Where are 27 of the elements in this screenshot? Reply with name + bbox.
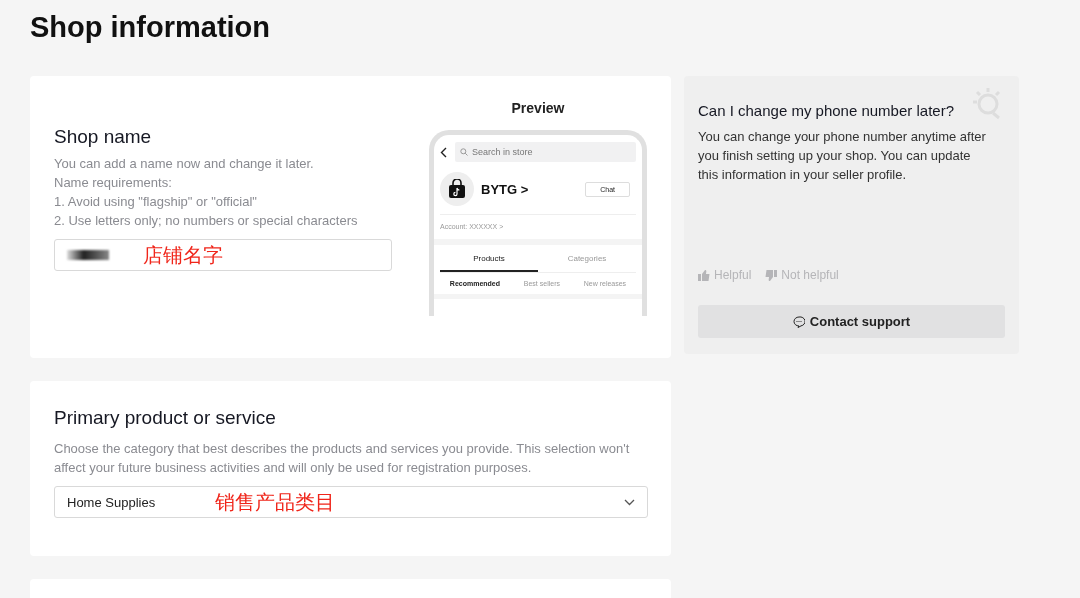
back-icon [440, 146, 447, 158]
section-title: Shop name [54, 126, 153, 148]
annotation-text: 销售产品类目 [215, 489, 336, 515]
description-text: 1. Avoid using "flagship" or "official" [54, 193, 258, 211]
preview-tab[interactable]: Categories [538, 245, 636, 272]
section-title: Primary product or service [54, 407, 277, 429]
shop-name: BYTG > [481, 181, 530, 197]
description-text: Choose the category that best describes the products and services you provide. This selection won't affect your future business activities and will only be used for registration purposes. [54, 440, 631, 477]
description-text: 2. Use letters only; no numbers or special characters [54, 212, 359, 230]
shop-name-field[interactable]: 店铺名字 [54, 239, 392, 271]
page-title: Shop information [30, 10, 272, 45]
shopping-bag-icon [448, 179, 466, 199]
category-select[interactable]: Home Supplies 销售产品类目 [54, 486, 648, 518]
chat-bubble-icon [792, 315, 805, 328]
help-question: Can I change my phone number later? [698, 102, 955, 119]
preview-title: Preview [511, 100, 565, 116]
annotation-text: 店铺名字 [143, 242, 223, 268]
search-icon [460, 148, 468, 156]
preview-tab[interactable]: Products [440, 245, 538, 272]
contact-support-button[interactable]: Contact support [698, 305, 1005, 338]
help-answer: You can change your phone number anytime after you finish setting up your shop. You can update this information in your seller profile. [698, 128, 987, 184]
thumbs-up-icon [698, 269, 710, 281]
description-text: You can add a name now and change it later. [54, 155, 315, 173]
thumbs-down-icon [765, 269, 778, 281]
description-text: Name requirements: [54, 174, 173, 192]
redacted-text [67, 250, 109, 260]
chevron-down-icon [624, 498, 635, 506]
